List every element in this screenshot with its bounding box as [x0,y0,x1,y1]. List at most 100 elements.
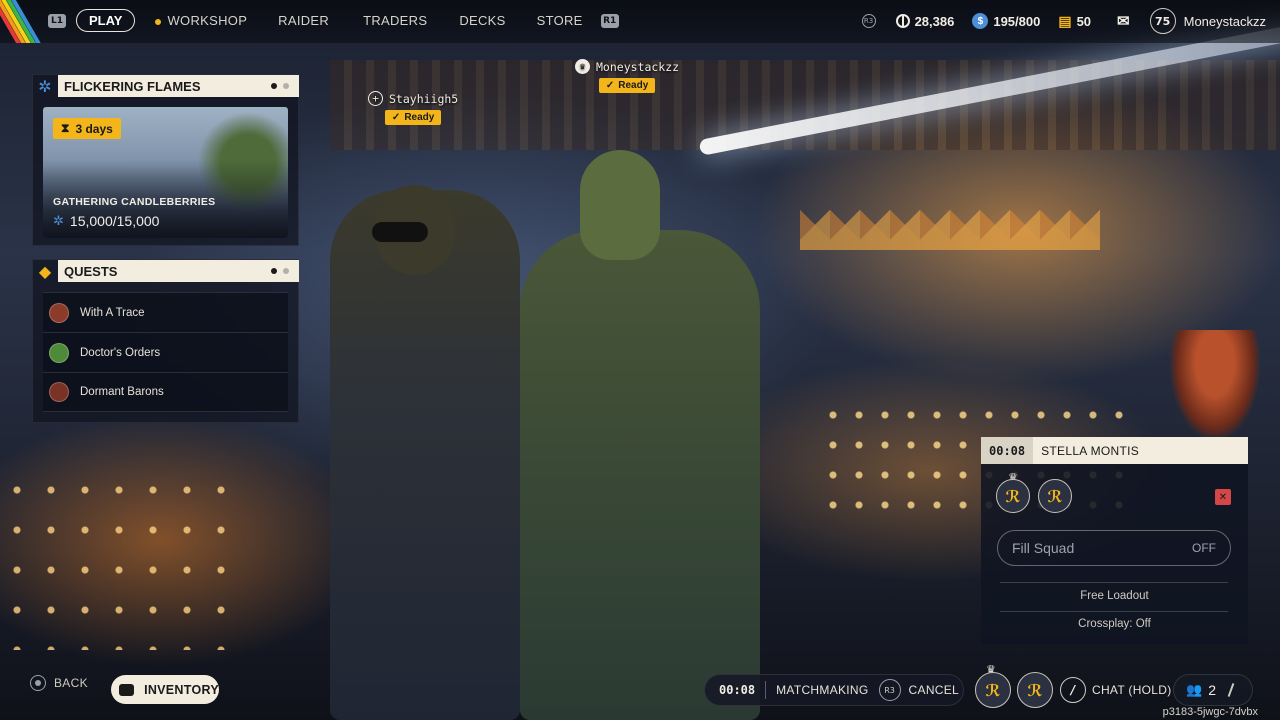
quests-panel-header[interactable]: QUESTS [58,260,299,282]
time-left-badge: ⧗ 3 days [53,118,121,139]
matchmaking-divider [765,681,767,699]
nav-tab-traders[interactable]: TRADERS [363,13,427,28]
nav-tab-workshop-label: WORKSHOP [167,13,248,28]
chat-hold-label: CHAT (HOLD) [1092,683,1172,697]
mic-muted-icon[interactable]: ✕ [1215,489,1231,505]
matchmaking-timer: 00:08 [719,683,756,697]
raider-character-right-head [580,150,660,260]
build-id: p3183-5jwgc-7dvbx [1162,706,1258,718]
player-name[interactable]: Moneystackzz [1184,14,1266,29]
crown-icon: ♛ [575,59,590,74]
squad-divider [1000,611,1228,612]
gear-small-icon: ✲ [53,213,64,228]
touchpad-icon [119,683,135,696]
ready-badge: ✓ Ready [384,110,442,125]
squad-panel-header: 00:08 STELLA MONTIS [981,437,1248,464]
r3-button-hint: R3 [861,14,876,28]
back-label: BACK [54,676,88,690]
event-card[interactable]: ⧗ 3 days GATHERING CANDLEBERRIES ✲ 15,000/… [43,107,288,238]
brand-stripes-logo [0,0,46,43]
pager-dot [283,268,289,274]
r1-button-hint: R1 [600,13,619,28]
coins-stat[interactable]: 28,386 [895,13,955,29]
mail-icon[interactable]: ✉ [1117,12,1130,30]
ready-label: Ready [404,112,435,123]
matchmaking-label: MATCHMAKING [776,683,869,697]
squad-member-avatar[interactable]: ℛ [1038,479,1072,513]
nav-tab-decks[interactable]: DECKS [459,13,505,28]
check-icon: ✓ [391,112,401,123]
crossplay-option[interactable]: Crossplay: Off [981,618,1248,630]
player-tag-moneystackzz[interactable]: ♛ Moneystackzz ✓ Ready [575,59,679,93]
pennant-banners [800,200,1100,310]
quests-pager[interactable] [265,268,289,274]
squad-member-avatar[interactable]: ℛ [996,479,1030,513]
circle-button-icon [30,675,46,691]
back-button[interactable]: BACK [30,675,88,691]
coin-icon [895,14,910,28]
pager-dot-active [271,83,277,89]
raider-goggles [372,222,428,242]
nav-tab-raider[interactable]: RAIDER [278,13,329,28]
quest-label: Doctor's Orders [80,346,161,359]
main-nav: L1 PLAY WORKSHOP RAIDER TRADERS DECKS ST… [48,9,619,32]
quest-item[interactable]: Doctor's Orders [43,332,288,372]
party-member-avatar[interactable]: ℛ [975,672,1011,708]
party-size-chip[interactable]: 👥 2 [1173,674,1253,706]
fill-squad-toggle[interactable]: Fill Squad OFF [997,530,1231,566]
currency-stats: R3 28,386 $195/800 ▤ 50 ✉ 75 Moneystackzz [861,8,1266,34]
nav-tab-workshop[interactable]: WORKSHOP [155,13,247,28]
quest-item[interactable]: Dormant Barons [43,372,288,412]
player-tag-name: ♛ Moneystackzz [575,59,679,74]
pager-dot-active [271,268,277,274]
ready-label: Ready [618,80,649,91]
inventory-label: INVENTORY [144,682,219,697]
quest-diamond-icon: ◆ [38,261,52,281]
cancel-matchmaking-button[interactable]: CANCEL [909,683,959,697]
event-progress-value: 15,000/15,000 [69,213,160,229]
quest-label: Dormant Barons [80,386,164,398]
seeds-stat[interactable]: $195/800 [972,13,1040,29]
gear-icon: ✲ [38,76,52,96]
inventory-button[interactable]: INVENTORY [111,675,219,704]
matchmaking-bar: 00:08 MATCHMAKING R3 CANCEL [704,674,964,706]
coins-value: 28,386 [914,13,955,29]
quest-label: With A Trace [80,306,145,319]
l1-button-hint: L1 [48,13,66,28]
player-name-label: Moneystackzz [596,59,680,74]
squad-timer: 00:08 [981,437,1034,464]
quest-giver-avatar [49,302,69,323]
party-member-avatar[interactable]: ℛ [1017,672,1053,708]
market-canopy [330,60,1280,150]
people-icon: 👥 [1186,682,1203,698]
workshop-dot-icon [155,18,162,25]
player-name-label: Stayhiigh5 [389,91,459,106]
ready-badge: ✓ Ready [598,78,656,93]
squad-divider [1000,582,1228,583]
quest-giver-avatar [49,342,69,363]
nav-tab-play[interactable]: PLAY [76,9,136,32]
fill-squad-state: OFF [1192,541,1216,555]
quests-title: QUESTS [64,263,118,279]
candle-lights-left [0,470,230,650]
trader-npc [1170,330,1260,440]
plus-circle-icon: + [368,91,383,106]
seeds-value: 195/800 [993,13,1041,29]
nav-tab-store[interactable]: STORE [537,13,583,28]
tickets-value: 50 [1076,13,1092,29]
event-task: GATHERING CANDLEBERRIES [53,196,216,208]
party-count: 2 [1208,682,1216,698]
event-progress: ✲ 15,000/15,000 [53,213,159,229]
seed-icon: $ [972,13,989,29]
player-tag-name: + Stayhiigh5 [368,91,458,106]
free-loadout-option[interactable]: Free Loadout [981,590,1248,602]
event-title: FLICKERING FLAMES [64,78,201,94]
event-pager[interactable] [265,83,289,89]
chat-mic-icon[interactable]: / [1060,677,1086,703]
top-navigation-bar: L1 PLAY WORKSHOP RAIDER TRADERS DECKS ST… [0,0,1280,43]
quest-giver-avatar [49,382,69,402]
tickets-stat[interactable]: ▤ 50 [1058,13,1091,30]
event-panel-header[interactable]: FLICKERING FLAMES [58,75,299,97]
player-tag-stayhiigh5[interactable]: + Stayhiigh5 ✓ Ready [368,91,458,125]
quest-item[interactable]: With A Trace [43,292,288,332]
